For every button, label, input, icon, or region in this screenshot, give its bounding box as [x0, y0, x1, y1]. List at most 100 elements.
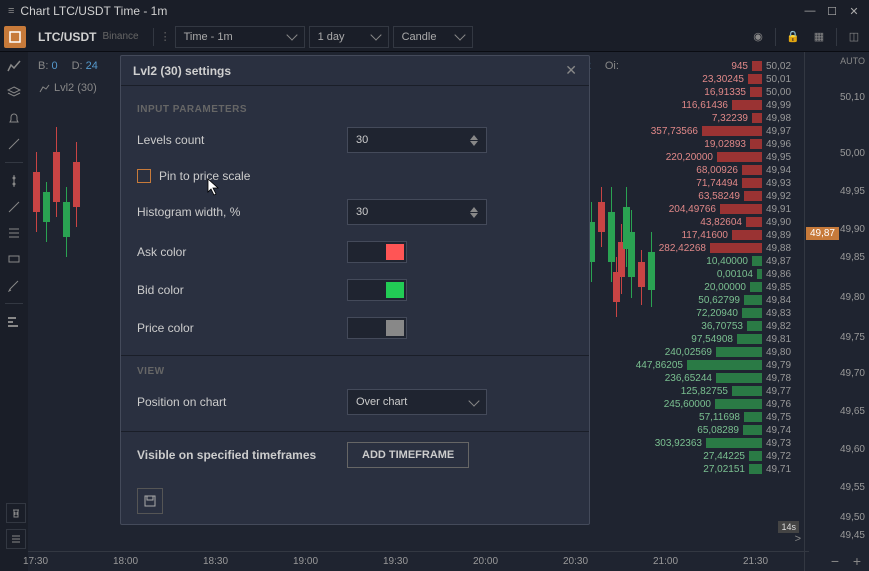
pin-checkbox[interactable]	[137, 169, 151, 183]
histogram-width-input[interactable]: 30	[347, 199, 487, 225]
price-axis[interactable]: 49,87	[804, 52, 839, 571]
bid-price: 49,79	[766, 360, 804, 371]
bid-price: 49,83	[766, 308, 804, 319]
ask-price: 49,89	[766, 230, 804, 241]
price-tick: 49,45	[840, 530, 865, 541]
range-dropdown[interactable]: 1 day	[309, 26, 389, 48]
orderbook-bid-row: 50,6279949,84	[698, 294, 804, 306]
price-color-picker[interactable]	[347, 317, 407, 339]
lock-icon[interactable]: 🔒	[782, 26, 804, 48]
save-icon-button[interactable]	[137, 488, 163, 514]
divider	[121, 355, 589, 356]
symbol-label[interactable]: LTC/USDT	[38, 30, 96, 44]
bid-bar	[687, 360, 762, 370]
ask-price: 49,95	[766, 152, 804, 163]
price-tick: 49,75	[840, 332, 865, 343]
divider	[5, 303, 23, 304]
chevron-down-icon	[454, 29, 465, 40]
zoom-in-button[interactable]: +	[849, 553, 865, 569]
orderbook-ask-row: 16,9133550,00	[704, 86, 804, 98]
bid-price: 49,73	[766, 438, 804, 449]
time-axis[interactable]: 17:3018:0018:3019:0019:3020:0020:3021:00…	[28, 551, 809, 571]
ask-qty: 282,42268	[659, 243, 706, 254]
price-tick: 50,10	[840, 92, 865, 103]
chart-type-value: Candle	[402, 31, 437, 43]
ask-bar	[750, 87, 762, 97]
ask-qty: 16,91335	[704, 87, 746, 98]
bid-color-picker[interactable]	[347, 279, 407, 301]
levels-count-value: 30	[356, 134, 368, 146]
orderbook-bid-row: 27,4422549,72	[703, 450, 804, 462]
spinner-up-icon[interactable]	[470, 135, 478, 140]
bid-price: 49,76	[766, 399, 804, 410]
panel-icon[interactable]: ◫	[843, 26, 865, 48]
ask-color-picker[interactable]	[347, 241, 407, 263]
spinner-down-icon[interactable]	[470, 213, 478, 218]
bid-bar	[716, 373, 762, 383]
chevron-down-icon	[286, 29, 297, 40]
draw-icon[interactable]	[4, 134, 24, 154]
bid-price: 49,72	[766, 451, 804, 462]
ask-bar	[748, 74, 762, 84]
hamburger-icon[interactable]: ≡	[8, 5, 14, 17]
bid-qty: 245,60000	[664, 399, 711, 410]
maximize-button[interactable]: ☐	[825, 4, 839, 18]
histogram-width-label: Histogram width, %	[137, 205, 347, 219]
bid-qty: 72,20940	[696, 308, 738, 319]
scroll-right-icon[interactable]: >	[795, 533, 801, 545]
bid-bar	[742, 308, 762, 318]
brush-icon[interactable]	[4, 275, 24, 295]
section-view: VIEW	[137, 366, 573, 377]
orderbook-bid-row: 97,5490849,81	[691, 333, 804, 345]
orderbook-ask-row: 282,4226849,88	[659, 242, 804, 254]
indicators-icon[interactable]	[4, 56, 24, 76]
price-current-badge: 49,87	[806, 227, 839, 240]
link-button[interactable]	[4, 26, 26, 48]
close-button[interactable]: ✕	[847, 4, 861, 18]
fib-icon[interactable]	[4, 223, 24, 243]
drag-handle-icon[interactable]: ⋮	[160, 30, 171, 43]
zoom-out-button[interactable]: −	[827, 553, 843, 569]
add-timeframe-button[interactable]: ADD TIMEFRAME	[347, 442, 469, 468]
minimize-button[interactable]: —	[803, 4, 817, 18]
ask-qty: 43,82604	[700, 217, 742, 228]
layers-icon[interactable]	[4, 82, 24, 102]
list-icon[interactable]	[6, 529, 26, 549]
bid-qty: 97,54908	[691, 334, 733, 345]
timeframe-dropdown[interactable]: Time - 1m	[175, 26, 305, 48]
position-select[interactable]: Over chart	[347, 389, 487, 415]
price-axis-outer[interactable]: AUTO 50,1050,0049,9549,9049,8549,8049,75…	[839, 52, 869, 571]
rewind-icon[interactable]: ◉	[747, 26, 769, 48]
divider	[775, 28, 776, 46]
bid-bar	[706, 438, 762, 448]
trash-icon[interactable]	[6, 503, 26, 523]
bell-icon[interactable]	[4, 108, 24, 128]
trend-icon[interactable]	[4, 197, 24, 217]
ask-price: 49,94	[766, 165, 804, 176]
bid-price: 49,74	[766, 425, 804, 436]
volume-profile-icon[interactable]	[4, 312, 24, 332]
levels-count-input[interactable]: 30	[347, 127, 487, 153]
ask-qty: 63,58249	[698, 191, 740, 202]
spinner-up-icon[interactable]	[470, 207, 478, 212]
ask-qty: 204,49766	[669, 204, 716, 215]
chart-type-dropdown[interactable]: Candle	[393, 26, 473, 48]
ask-price: 49,96	[766, 139, 804, 150]
ask-color-box	[386, 244, 404, 260]
vline-icon[interactable]	[4, 171, 24, 191]
ask-bar	[744, 191, 762, 201]
time-tick: 20:30	[563, 556, 588, 567]
indicator-label[interactable]: Lvl2 (30)	[38, 82, 97, 94]
shape-icon[interactable]	[4, 249, 24, 269]
ask-qty: 116,61436	[681, 100, 728, 111]
ask-qty: 68,00926	[696, 165, 738, 176]
pin-label[interactable]: Pin to price scale	[159, 169, 250, 183]
camera-icon[interactable]: ▦	[808, 26, 830, 48]
orderbook-ask-row: 116,6143649,99	[681, 99, 804, 111]
spinner-down-icon[interactable]	[470, 141, 478, 146]
orderbook-bid-row: 236,6524449,78	[665, 372, 804, 384]
bid-qty: 20,00000	[704, 282, 746, 293]
ask-bar	[742, 178, 762, 188]
modal-close-button[interactable]: ✕	[565, 62, 577, 79]
auto-scale-label[interactable]: AUTO	[840, 56, 865, 66]
